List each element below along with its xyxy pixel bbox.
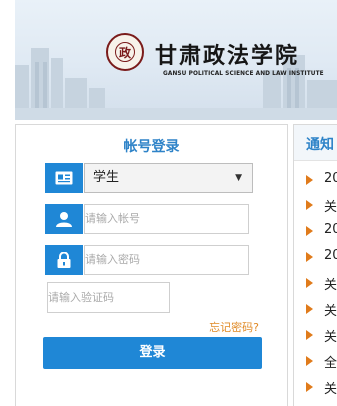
notice-item[interactable]: 20 [294,170,337,190]
bullet-arrow-icon [306,382,313,392]
login-panel: 帐号登录 学生 ▼ 请输入帐号 请输入密码 请输入验证码 忘记密码? 登录 [15,124,288,406]
user-icon [45,204,83,234]
login-title: 帐号登录 [123,139,180,155]
school-name-cn: 甘肃政法学院 [155,43,300,69]
bullet-arrow-icon [306,278,313,288]
captcha-input[interactable]: 请输入验证码 [47,282,170,313]
password-placeholder: 请输入密码 [85,253,140,266]
role-select-row: 学生 ▼ [45,163,253,193]
account-row: 请输入帐号 [45,204,249,234]
bullet-arrow-icon [306,304,313,314]
account-placeholder: 请输入帐号 [85,212,140,225]
school-emblem-icon: 政 [106,33,144,71]
notice-item[interactable]: 关 [294,195,337,215]
notice-item[interactable]: 关 [294,273,337,293]
bullet-arrow-icon [306,175,313,185]
notice-header: 通知 [294,125,337,161]
bullet-arrow-icon [306,226,313,236]
forgot-password-link[interactable]: 忘记密码? [209,319,259,335]
notice-item[interactable]: 20 [294,221,337,241]
id-card-icon [45,163,83,193]
notice-item[interactable]: 全 [294,351,337,371]
notice-item[interactable]: 20 [294,247,337,267]
school-name-en: GANSU POLITICAL SCIENCE AND LAW INSTITUT… [163,71,324,77]
account-input[interactable]: 请输入帐号 [84,204,249,234]
password-input[interactable]: 请输入密码 [84,245,249,275]
captcha-placeholder: 请输入验证码 [48,291,114,304]
notice-item[interactable]: 关 [294,299,337,319]
bullet-arrow-icon [306,252,313,262]
notice-item[interactable]: 关 [294,377,337,397]
lock-icon [45,245,83,275]
bullet-arrow-icon [306,330,313,340]
chevron-down-icon: ▼ [235,173,242,183]
role-select-value: 学生 [93,170,120,185]
bullet-arrow-icon [306,200,313,210]
password-row: 请输入密码 [45,245,249,275]
login-button[interactable]: 登录 [43,337,262,369]
notice-title: 通知 [306,137,334,153]
bullet-arrow-icon [306,356,313,366]
notice-panel: 通知 20 关 20 20 关 关 关 全 关 [293,124,337,406]
notice-item[interactable]: 关 [294,325,337,345]
header-banner: 政 甘肃政法学院 GANSU POLITICAL SCIENCE AND LAW… [15,0,337,120]
role-select[interactable]: 学生 ▼ [84,163,253,193]
